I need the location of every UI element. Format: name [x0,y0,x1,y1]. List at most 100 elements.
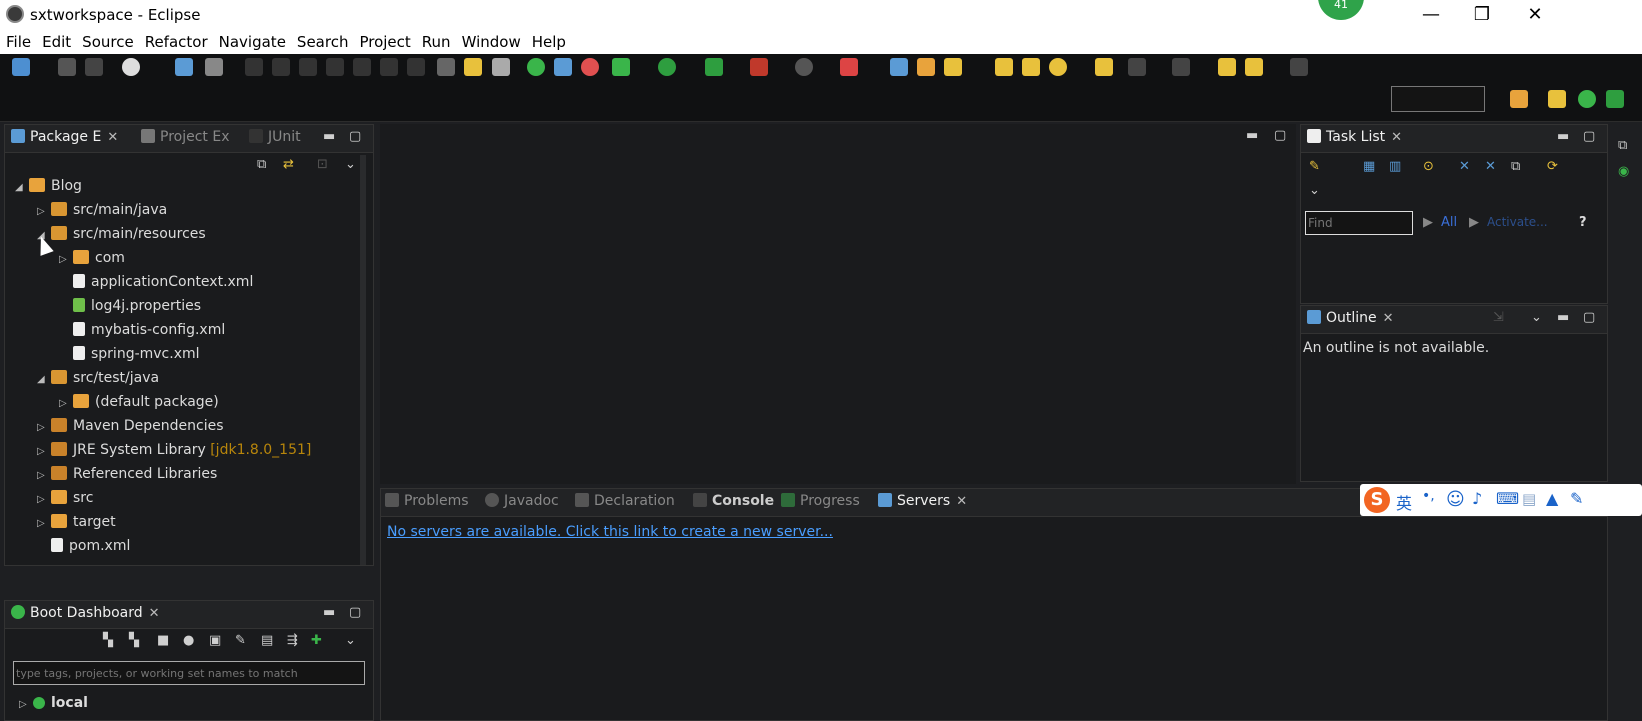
external-tools-icon[interactable] [795,58,813,76]
new-package-icon[interactable] [890,58,908,76]
step-return-icon[interactable] [407,58,425,76]
restore-icon[interactable]: ⧉ [1618,138,1627,153]
tree-row[interactable]: ▷ local [19,695,88,719]
microphone-icon[interactable]: ♪ [1472,489,1482,508]
view-menu-icon[interactable]: ⌄ [1309,183,1320,198]
new-interface-icon[interactable] [944,58,962,76]
tab-problems[interactable]: Problems [385,493,469,509]
spring-perspective-icon[interactable] [1578,90,1596,108]
annotation-icon[interactable] [1095,58,1113,76]
menu-project[interactable]: Project [353,30,415,51]
stop-icon[interactable] [299,58,317,76]
minimize-editor-button[interactable]: ▬ [1246,128,1258,143]
task-activate-link[interactable]: Activate... [1487,215,1548,229]
tree-row[interactable]: ▷ com [59,250,125,274]
tree-row[interactable]: ◢ Blog [15,178,82,202]
focus-workweek-icon[interactable]: ⊙ [1423,159,1434,174]
tab-package-explorer[interactable]: Package E ✕ [11,129,118,145]
create-server-link[interactable]: No servers are available. Click this lin… [387,524,833,540]
tree-row[interactable]: ◢ src/test/java [37,370,159,394]
tree-row[interactable]: ▷ src [37,490,93,514]
open-task-icon[interactable] [1022,58,1040,76]
use-step-filters-icon[interactable] [464,58,482,76]
open-perspective-icon[interactable] [1510,90,1528,108]
add-icon[interactable]: ✚ [311,633,322,648]
menu-help[interactable]: Help [526,30,571,51]
collapse-all-icon[interactable]: ⧉ [1511,159,1520,174]
open-browser-icon[interactable]: ● [183,633,194,648]
tree-row[interactable]: ▷ JRE System Library [jdk1.8.0_151] [37,442,311,466]
tab-task-list[interactable]: Task List ✕ [1307,129,1402,145]
tree-row[interactable]: ◢ src/main/resources [37,226,206,250]
search-icon[interactable] [1049,58,1067,76]
save-all-icon[interactable] [85,58,103,76]
tree-row[interactable]: pom.xml [37,538,130,562]
collapse-all-icon[interactable]: ⧉ [257,157,266,172]
outline-view-icon[interactable] [554,58,572,76]
link-icon[interactable] [492,58,510,76]
task-filter-all[interactable]: All [1441,215,1457,230]
save-icon[interactable] [58,58,76,76]
view-menu-icon[interactable]: ⌄ [345,633,356,648]
maximize-view-button[interactable]: ▢ [1583,310,1595,325]
show-completed-icon[interactable]: ✕ [1485,159,1496,174]
console-icon[interactable]: ▣ [209,633,221,648]
hide-completed-icon[interactable]: ✕ [1459,159,1470,174]
next-annotation-icon[interactable] [1128,58,1146,76]
tab-progress[interactable]: Progress [781,493,860,509]
back-icon[interactable] [1245,58,1263,76]
scheduled-icon[interactable]: ▥ [1389,159,1401,174]
expose-icon[interactable]: ⇶ [287,633,298,648]
tree-row[interactable]: ▷ Maven Dependencies [37,418,224,442]
close-button[interactable]: ✕ [1515,2,1555,28]
minimize-button[interactable]: — [1411,2,1451,28]
minimize-view-button[interactable]: ▬ [323,129,335,144]
spring-boot-icon[interactable] [527,58,545,76]
suspend-icon[interactable] [272,58,290,76]
help-icon[interactable]: ? [1579,215,1587,230]
open-type-icon[interactable] [995,58,1013,76]
maximize-button[interactable]: ❐ [1462,2,1502,28]
tree-row[interactable]: applicationContext.xml [59,274,253,298]
tree-row[interactable]: ▷ (default package) [59,394,219,418]
tab-declaration[interactable]: Declaration [575,493,675,509]
start-icon[interactable]: ▚ [103,633,113,648]
profile-icon[interactable] [122,58,140,76]
emoji-icon[interactable]: ☺ [1446,489,1465,510]
new-class-icon[interactable] [917,58,935,76]
new-task-icon[interactable]: ✎ [1309,159,1320,174]
skin-icon[interactable]: ▲ [1546,489,1558,508]
terminal-icon[interactable] [175,58,193,76]
keyboard-icon[interactable]: ⌨ [1496,489,1519,508]
coverage-icon[interactable] [750,58,768,76]
tab-boot-dashboard[interactable]: Boot Dashboard ✕ [11,605,160,621]
clipboard-icon[interactable]: ▤ [1522,490,1536,508]
focus-icon[interactable]: ⊡ [317,157,328,172]
minimize-view-button[interactable]: ▬ [1557,310,1569,325]
prev-annotation-icon[interactable] [1172,58,1190,76]
android-icon[interactable] [612,58,630,76]
spring-icon[interactable]: ◉ [1618,164,1629,179]
last-edit-icon[interactable] [1218,58,1236,76]
java-ee-perspective-icon[interactable] [1548,90,1566,108]
maximize-editor-button[interactable]: ▢ [1274,128,1286,143]
tree-row[interactable]: ▷ src/main/java [37,202,167,226]
new-icon[interactable] [12,58,30,76]
quick-access-field[interactable] [1391,86,1485,112]
view-menu-icon[interactable]: ⌄ [1531,310,1542,325]
notification-badge[interactable]: 41 [1318,0,1364,20]
disconnect-icon[interactable] [326,58,344,76]
view-menu-icon[interactable]: ⌄ [345,157,356,172]
tree-row[interactable]: ▷ Referenced Libraries [37,466,217,490]
profiler-icon[interactable] [581,58,599,76]
task-find-input[interactable] [1305,211,1413,235]
link-with-editor-icon[interactable]: ⇄ [283,157,294,172]
skip-breakpoints-icon[interactable] [205,58,223,76]
tab-project-explorer[interactable]: Project Ex [141,129,229,145]
drop-to-frame-icon[interactable] [437,58,455,76]
debug-icon[interactable] [658,58,676,76]
tab-servers[interactable]: Servers ✕ [878,493,967,509]
forward-icon[interactable] [1290,58,1308,76]
categorized-icon[interactable]: ▦ [1363,159,1375,174]
sogou-logo-icon[interactable]: S [1364,487,1390,513]
